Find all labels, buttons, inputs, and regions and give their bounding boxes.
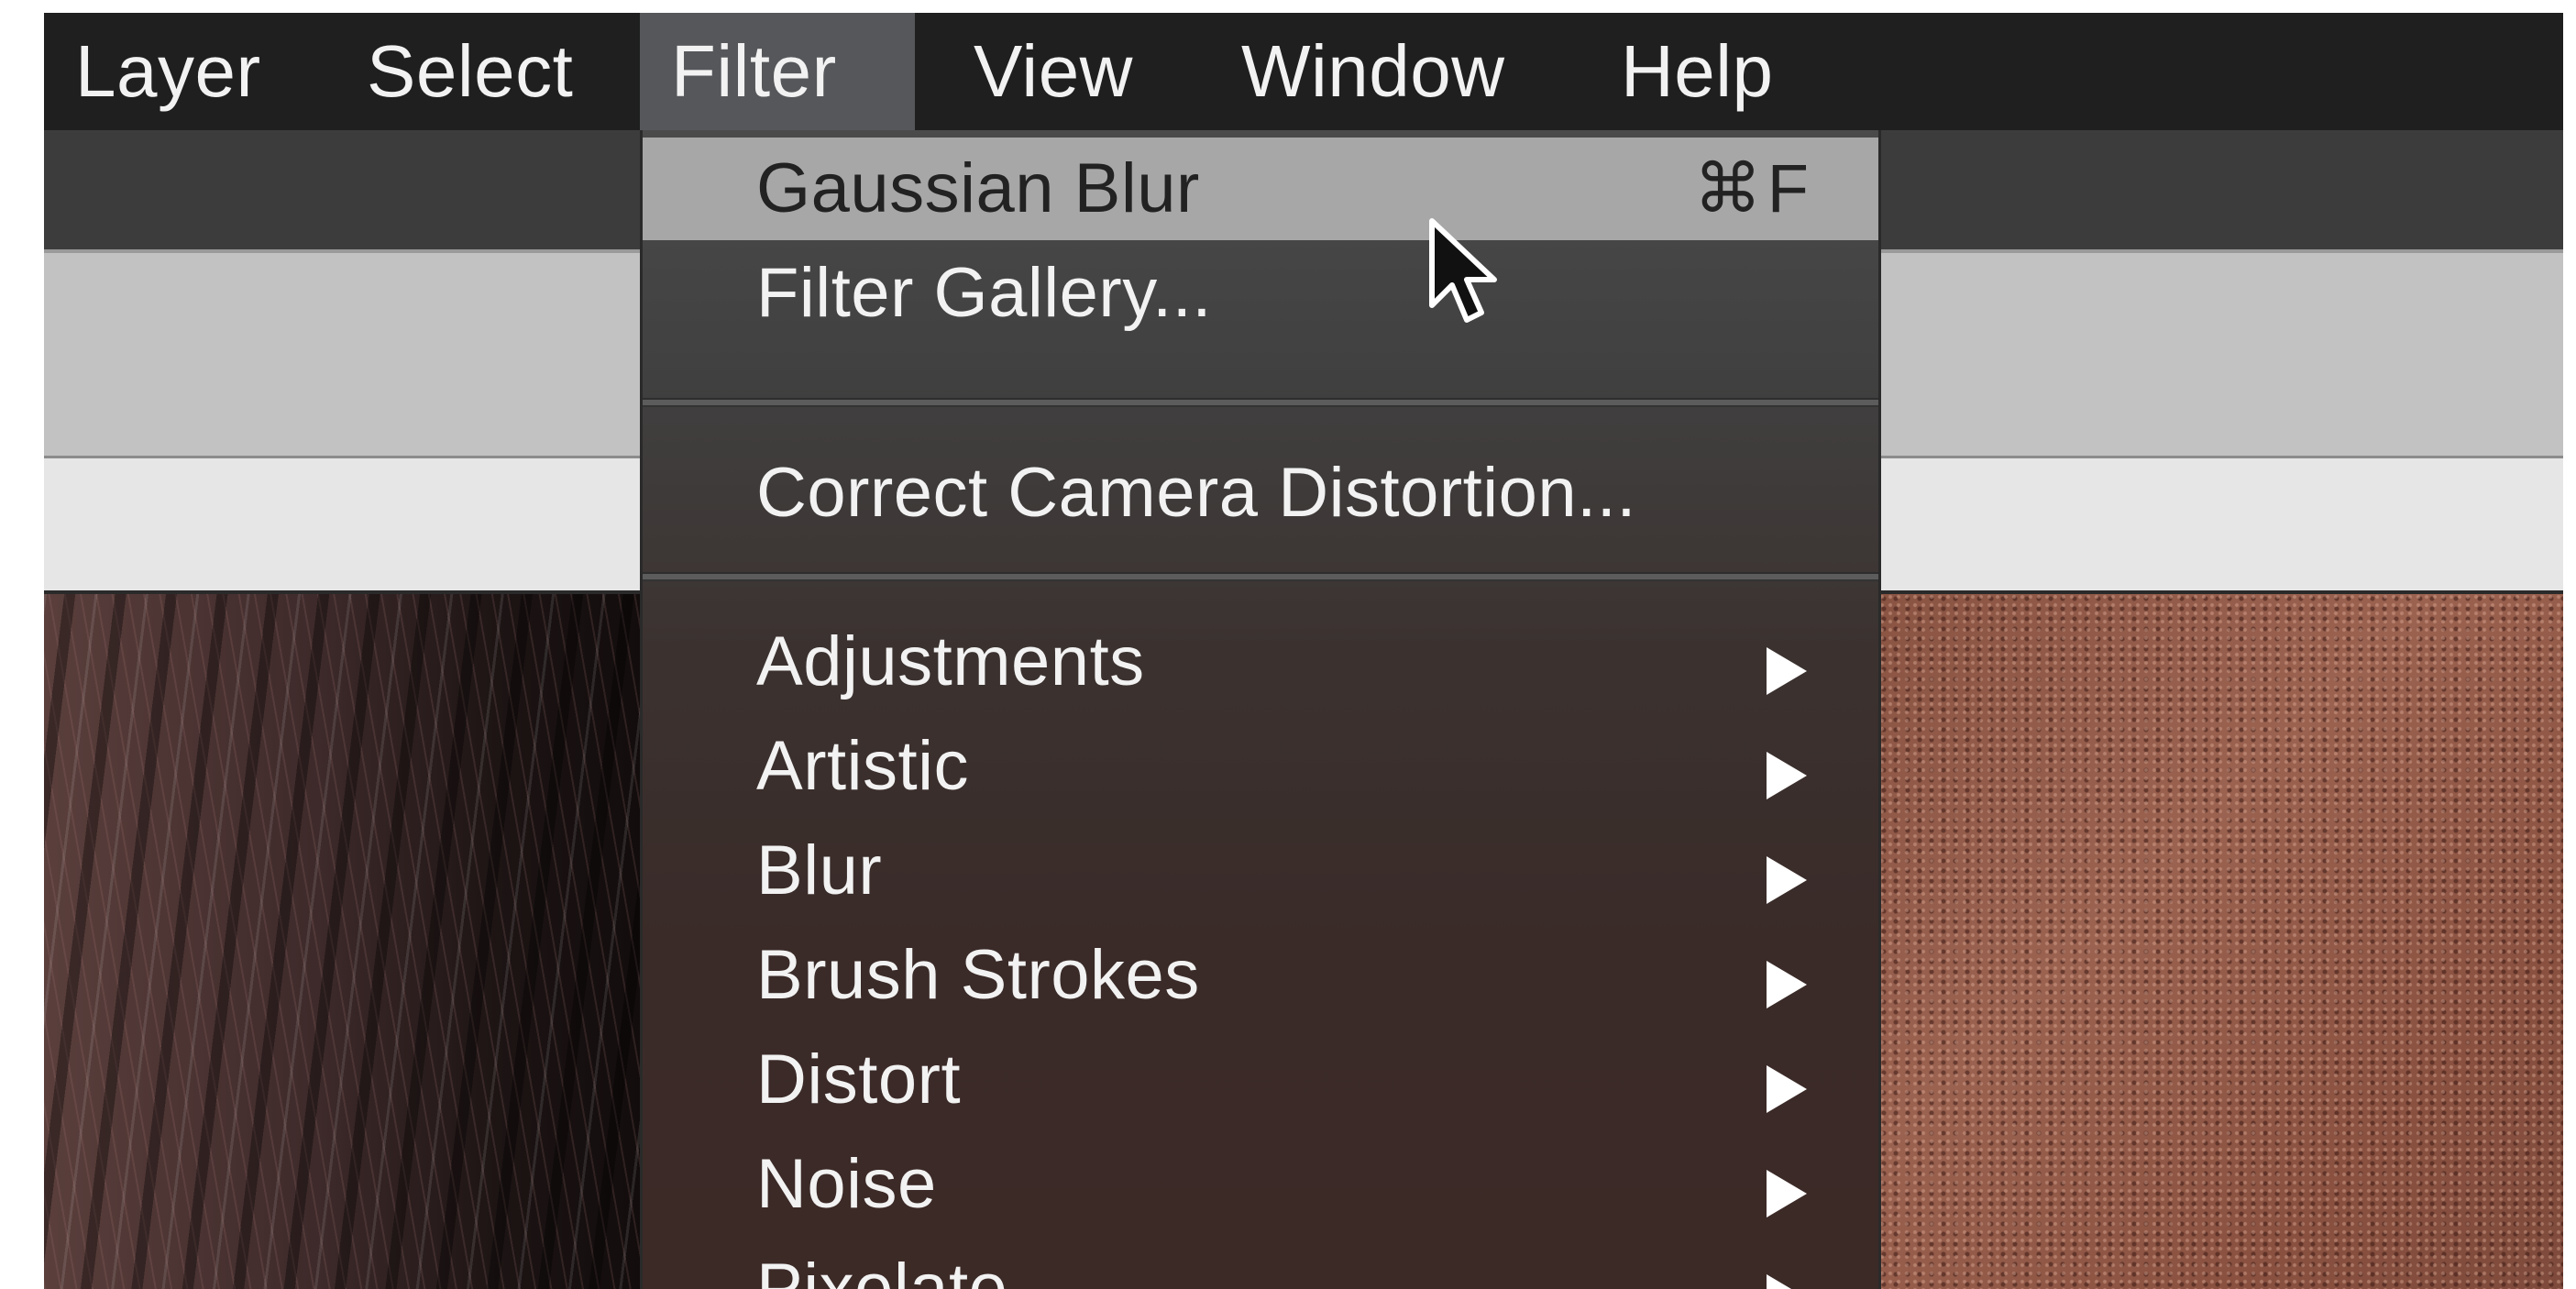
shortcut-label: ⌘F (1693, 150, 1814, 226)
menu-item-artistic[interactable]: Artistic (643, 713, 1878, 820)
menu-item-filter-gallery[interactable]: Filter Gallery... (643, 240, 1878, 347)
submenu-arrow-icon (1767, 1065, 1807, 1113)
menu-item-label: Blur (756, 832, 883, 909)
canvas-image-right (1879, 594, 2563, 1289)
submenu-arrow-icon (1767, 961, 1807, 1008)
submenu-arrow-icon (1767, 856, 1807, 904)
app-window: Layer Select Filter View Window Help Gau… (44, 13, 2563, 1289)
menu-item-blur[interactable]: Blur (643, 818, 1878, 924)
menu-window[interactable]: Window (1210, 13, 1575, 130)
menu-item-correct-camera-distortion[interactable]: Correct Camera Distortion... (643, 440, 1878, 546)
canvas-image-left (44, 594, 649, 1289)
submenu-arrow-icon (1767, 1170, 1807, 1217)
menu-item-label: Noise (756, 1145, 937, 1223)
menu-item-label: Filter Gallery... (756, 254, 1212, 332)
menu-separator (643, 572, 1878, 581)
menu-view[interactable]: View (942, 13, 1201, 130)
submenu-arrow-icon (1767, 752, 1807, 799)
menu-item-brush-strokes[interactable]: Brush Strokes (643, 922, 1878, 1029)
submenu-arrow-icon (1767, 1274, 1807, 1289)
menu-item-label: Pixelate (756, 1250, 1008, 1289)
menu-item-distort[interactable]: Distort (643, 1027, 1878, 1133)
menu-item-label: Correct Camera Distortion... (756, 454, 1637, 532)
menu-item-pixelate[interactable]: Pixelate (643, 1236, 1878, 1289)
menu-item-label: Brush Strokes (756, 936, 1200, 1014)
menu-separator (643, 398, 1878, 407)
menu-bar: Layer Select Filter View Window Help (44, 13, 2563, 130)
menu-item-noise[interactable]: Noise (643, 1131, 1878, 1238)
menu-filter[interactable]: Filter (640, 13, 915, 130)
menu-item-label: Adjustments (756, 622, 1145, 700)
pointer-cursor-icon (1429, 218, 1497, 323)
menu-help[interactable]: Help (1590, 13, 1828, 130)
menu-layer[interactable]: Layer (44, 13, 336, 130)
menu-item-label: Artistic (756, 727, 969, 805)
filter-dropdown-menu: Gaussian Blur ⌘F Filter Gallery... Corre… (640, 130, 1881, 1289)
submenu-arrow-icon (1767, 647, 1807, 695)
menu-item-adjustments[interactable]: Adjustments (643, 609, 1878, 715)
menu-item-label: Distort (756, 1041, 962, 1118)
menu-item-gaussian-blur[interactable]: Gaussian Blur ⌘F (643, 138, 1878, 240)
menu-item-label: Gaussian Blur (756, 149, 1200, 227)
menu-select[interactable]: Select (336, 13, 611, 130)
